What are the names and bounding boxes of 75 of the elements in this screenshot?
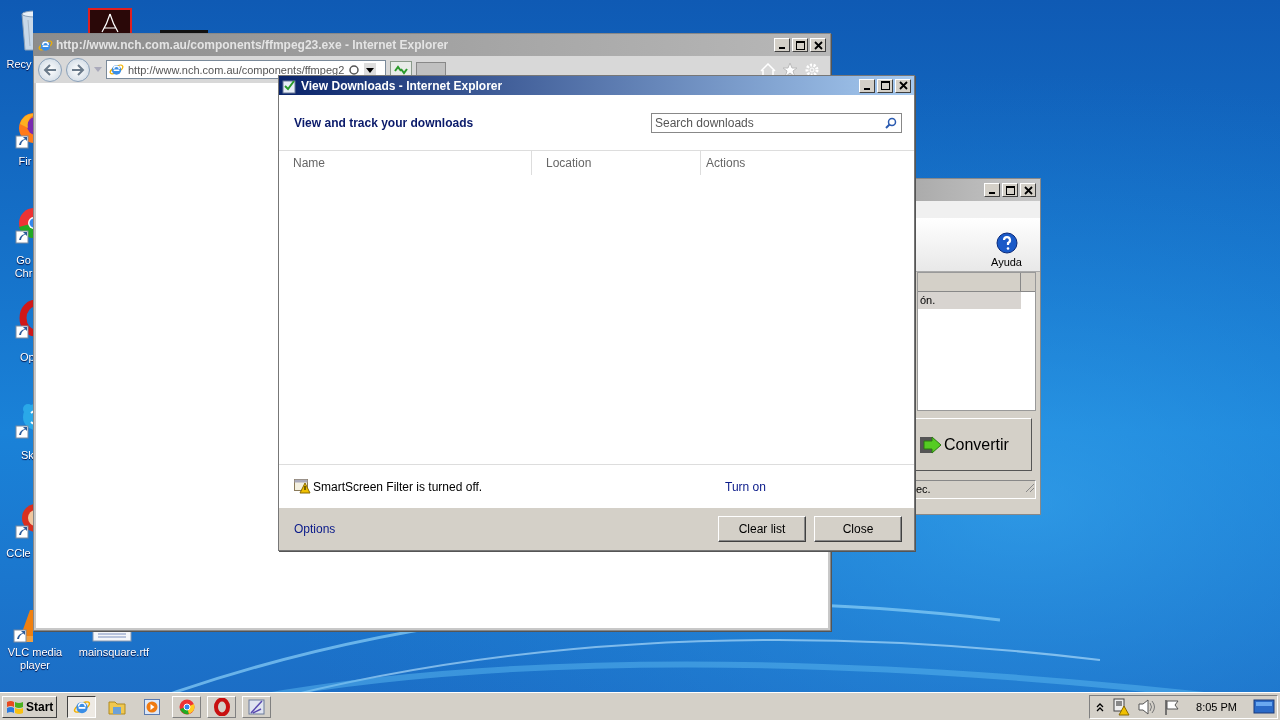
caret-icon[interactable]	[364, 62, 377, 77]
chevron-up-icon[interactable]	[1096, 701, 1105, 712]
star-icon[interactable]	[782, 62, 798, 77]
windows-logo-icon	[6, 698, 24, 715]
help-icon	[995, 232, 1018, 254]
network-warning-icon[interactable]	[1112, 697, 1131, 716]
close-button[interactable]	[895, 78, 911, 93]
folder-icon	[107, 698, 126, 715]
paint-icon	[247, 697, 266, 716]
show-desktop-icon[interactable]	[1253, 698, 1275, 715]
icon-label: Go Chr	[14, 254, 33, 280]
maximize-icon	[795, 40, 805, 50]
minimize-icon	[989, 192, 995, 194]
resize-grip-icon[interactable]	[1023, 481, 1035, 493]
browser-icon	[109, 62, 124, 77]
settings-icon[interactable]	[804, 62, 820, 77]
close-button[interactable]	[1020, 183, 1036, 197]
ring-icon	[213, 697, 230, 716]
column-header[interactable]: Location	[532, 151, 701, 175]
address-field[interactable]: http://www.nch.com.au/components/ffmpeg2	[106, 60, 386, 79]
close-button[interactable]	[810, 38, 826, 52]
start-button[interactable]: Start	[2, 695, 58, 718]
minimize-button[interactable]	[774, 38, 790, 52]
icon-label: mainsquare.rtf	[77, 646, 151, 659]
browser-icon	[178, 698, 195, 715]
options-link[interactable]: Options	[294, 522, 336, 536]
window-title: http://www.nch.com.au/components/ffmpeg23.exe - Internet Explorer	[56, 38, 449, 52]
column-header[interactable]: Actions	[701, 151, 912, 175]
home-icon[interactable]	[760, 62, 776, 77]
icon-label: CCle	[5, 547, 32, 560]
maximize-icon	[1005, 185, 1015, 195]
film-arrow-icon	[920, 434, 942, 455]
smartscreen-message: SmartScreen Filter is turned off.	[313, 479, 484, 494]
search-field[interactable]: Search downloads	[651, 112, 902, 133]
dialog-button[interactable]: Clear list	[718, 516, 806, 542]
close-icon	[813, 40, 823, 50]
download-icon	[282, 77, 298, 94]
close-icon	[1023, 185, 1033, 195]
forward-button[interactable]	[66, 57, 90, 82]
icon-label: Sk	[21, 449, 32, 462]
maximize-button[interactable]	[792, 38, 808, 52]
maximize-icon	[880, 81, 890, 90]
minimize-icon	[864, 87, 870, 90]
maximize-button[interactable]	[877, 78, 893, 93]
taskbar-button[interactable]	[67, 695, 97, 718]
icon-label: Recy	[6, 58, 32, 71]
window-title: View Downloads - Internet Explorer	[301, 78, 503, 93]
minimize-button[interactable]	[859, 78, 875, 93]
shield-warning-icon	[294, 479, 311, 494]
maximize-button[interactable]	[1002, 183, 1018, 197]
search-icon[interactable]	[885, 116, 897, 129]
clock[interactable]: 8:05 PM	[1196, 700, 1237, 713]
back-button[interactable]	[38, 57, 62, 82]
convert-button[interactable]: Convertir	[915, 418, 1032, 471]
icon-label: Fir	[18, 155, 32, 168]
play-icon	[143, 698, 160, 715]
minimize-button[interactable]	[984, 183, 1000, 197]
forward-arrow-icon	[71, 63, 85, 76]
back-arrow-icon	[43, 63, 57, 76]
list-row[interactable]: ón.	[918, 292, 1021, 309]
dialog-heading: View and track your downloads	[294, 115, 474, 130]
turn-on-link[interactable]: Turn on	[725, 479, 766, 494]
help-button[interactable]: Ayuda	[991, 232, 1022, 268]
document-icon[interactable]	[88, 8, 132, 33]
minimize-icon	[779, 47, 785, 49]
ring-icon[interactable]	[14, 300, 33, 340]
speaker-icon[interactable]	[1138, 698, 1157, 715]
arrows-icon	[394, 64, 408, 75]
icon-label: VLC media player	[6, 646, 64, 672]
refresh-icon[interactable]	[348, 63, 361, 76]
status-text: ec.	[916, 482, 931, 497]
dialog-button[interactable]: Close	[814, 516, 902, 542]
column-header[interactable]: Name	[279, 151, 532, 175]
flag-icon[interactable]	[1164, 698, 1181, 715]
close-icon	[898, 81, 908, 90]
